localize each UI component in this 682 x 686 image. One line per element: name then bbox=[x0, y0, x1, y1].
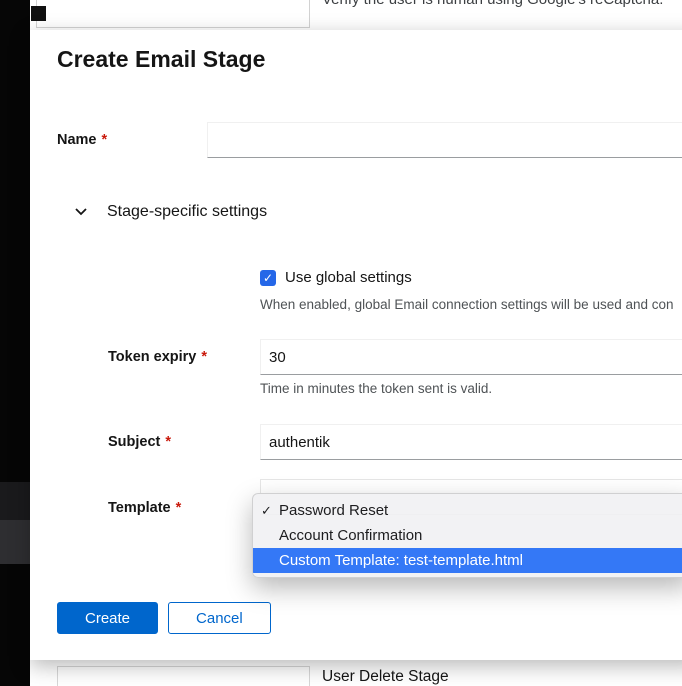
sidebar-fragment bbox=[0, 520, 30, 564]
menu-item-custom-template[interactable]: Custom Template: test-template.html bbox=[253, 548, 682, 573]
chevron-down-icon bbox=[75, 208, 87, 216]
background-recaptcha-text: Verify the user is human using Google's … bbox=[322, 0, 663, 8]
menu-item-account-confirmation[interactable]: Account Confirmation bbox=[253, 523, 682, 548]
app-sidebar bbox=[0, 0, 30, 686]
subject-label: Subject* bbox=[108, 424, 171, 460]
required-indicator: * bbox=[165, 434, 171, 450]
create-email-stage-modal: Create Email Stage Name* Stage-specific … bbox=[30, 30, 682, 660]
use-global-checkbox[interactable] bbox=[260, 270, 276, 286]
use-global-help-text: When enabled, global Email connection se… bbox=[260, 297, 674, 312]
template-dropdown-menu: ✓ Password Reset Account Confirmation Cu… bbox=[252, 493, 682, 578]
menu-item-password-reset[interactable]: ✓ Password Reset bbox=[253, 498, 682, 523]
token-expiry-label: Token expiry* bbox=[108, 339, 207, 375]
stage-settings-label: Stage-specific settings bbox=[107, 203, 267, 221]
use-global-row: Use global settings bbox=[260, 269, 412, 286]
background-user-delete-stage-text: User Delete Stage bbox=[322, 668, 449, 686]
checkbox-check-icon bbox=[263, 271, 273, 285]
cancel-button[interactable]: Cancel bbox=[168, 602, 271, 634]
background-table-fragment bbox=[36, 0, 310, 28]
stage-settings-toggle[interactable]: Stage-specific settings bbox=[75, 200, 267, 224]
modal-title: Create Email Stage bbox=[57, 46, 265, 73]
token-expiry-input[interactable] bbox=[260, 339, 682, 375]
background-table-cell bbox=[57, 666, 310, 686]
create-button[interactable]: Create bbox=[57, 602, 158, 634]
sidebar-fragment bbox=[0, 482, 30, 520]
screen: Verify the user is human using Google's … bbox=[0, 0, 682, 686]
required-indicator: * bbox=[102, 132, 108, 148]
required-indicator: * bbox=[201, 349, 207, 365]
name-input[interactable] bbox=[207, 122, 682, 158]
use-global-label[interactable]: Use global settings bbox=[285, 269, 412, 286]
subject-input[interactable] bbox=[260, 424, 682, 460]
background-dark-cell bbox=[31, 6, 46, 21]
required-indicator: * bbox=[176, 500, 182, 516]
token-expiry-help-text: Time in minutes the token sent is valid. bbox=[260, 381, 492, 396]
name-label: Name* bbox=[57, 122, 107, 158]
checkmark-icon: ✓ bbox=[261, 503, 279, 519]
template-label: Template* bbox=[108, 500, 181, 516]
modal-actions: Create Cancel bbox=[57, 602, 271, 634]
